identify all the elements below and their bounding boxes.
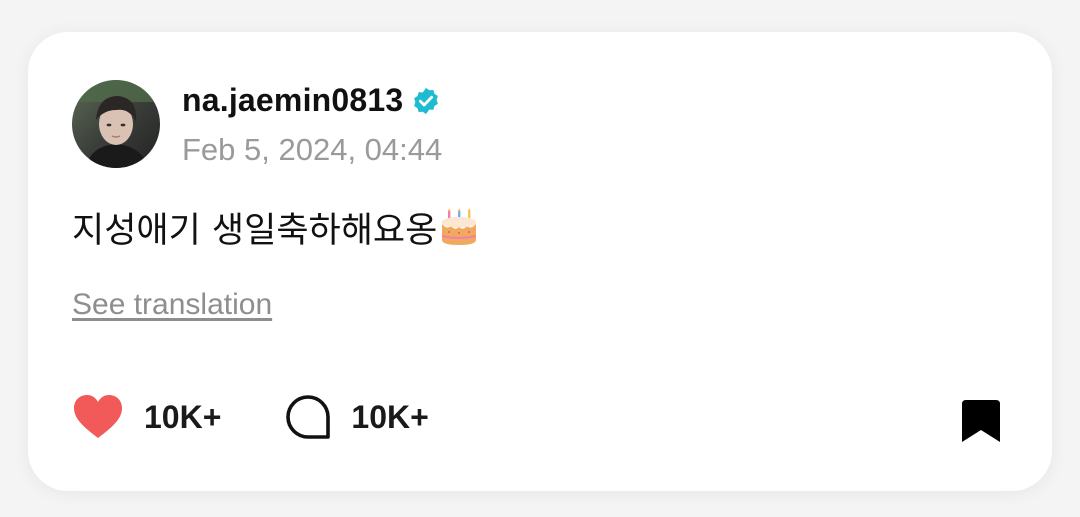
post-body: 지성애기 생일축하해요옹	[72, 202, 479, 253]
like-button[interactable]: 10K+	[72, 394, 221, 440]
comment-bubble-icon	[286, 395, 331, 439]
author-row[interactable]: na.jaemin0813	[182, 82, 441, 119]
comment-count: 10K+	[351, 398, 429, 435]
username[interactable]: na.jaemin0813	[182, 82, 403, 119]
post-timestamp: Feb 5, 2024, 04:44	[182, 132, 443, 167]
action-bar: 10K+ 10K+	[72, 394, 429, 440]
post-text: 지성애기 생일축하해요옹	[72, 211, 438, 251]
post-card: na.jaemin0813 Feb 5, 2024, 04:44 지성애기 생일…	[28, 32, 1052, 491]
birthday-cake-icon	[442, 208, 477, 245]
comment-button[interactable]: 10K+	[285, 394, 429, 440]
see-translation-link[interactable]: See translation	[72, 288, 272, 322]
bookmark-icon[interactable]	[960, 398, 1002, 444]
avatar[interactable]	[72, 80, 160, 168]
heart-icon	[74, 395, 122, 438]
verified-badge-icon	[414, 87, 439, 114]
like-count: 10K+	[144, 398, 222, 435]
